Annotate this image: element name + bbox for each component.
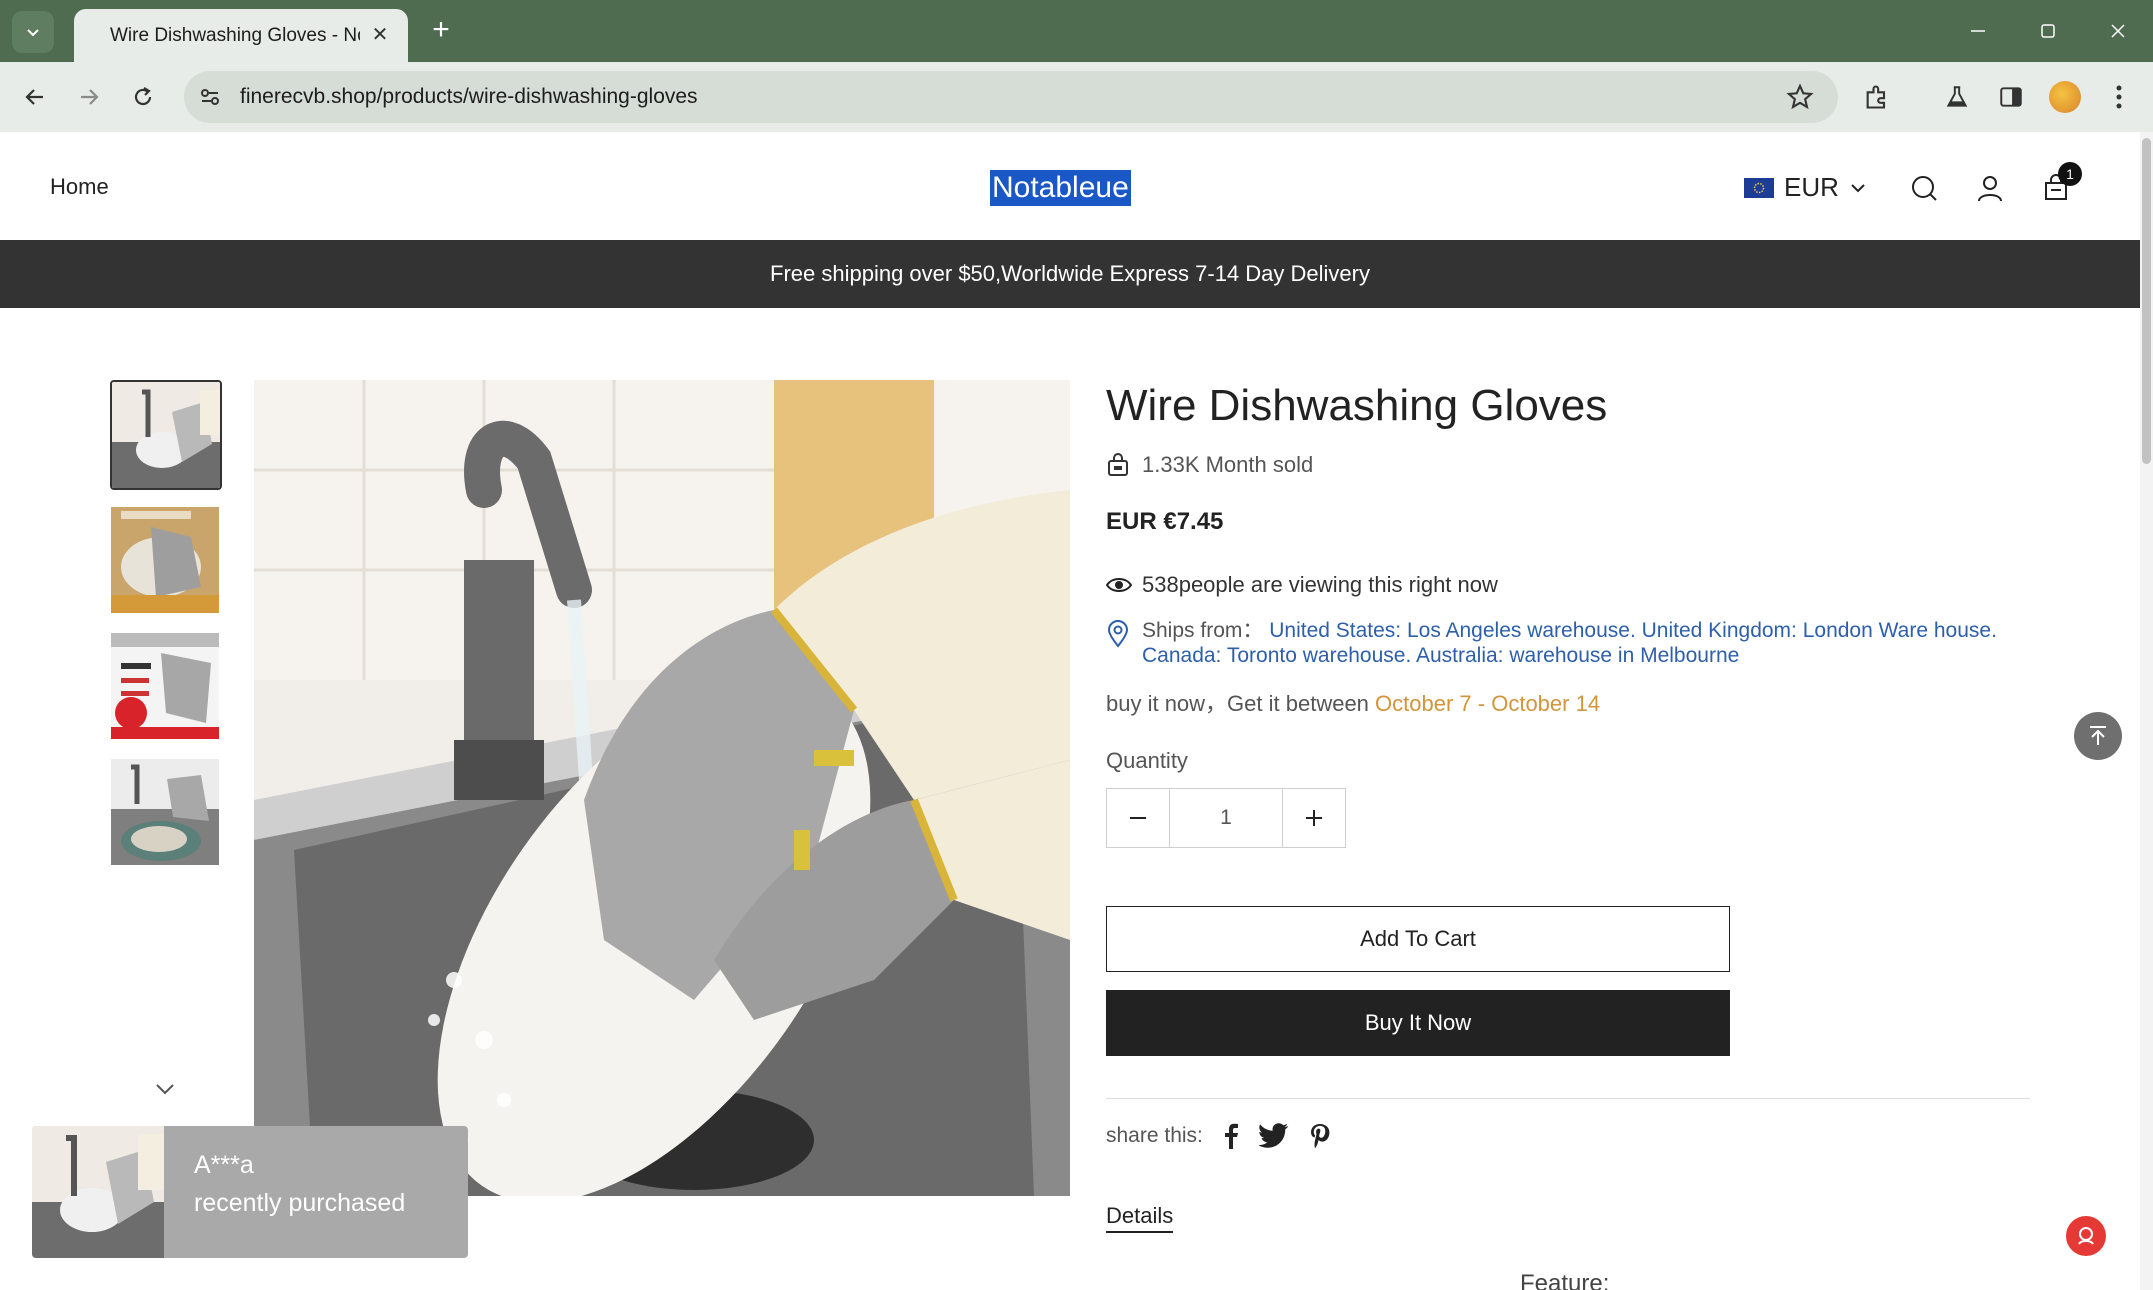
- search-icon[interactable]: [1904, 168, 1944, 208]
- chevron-down-icon: [1851, 183, 1865, 192]
- nav-home-link[interactable]: Home: [50, 174, 109, 200]
- back-arrow-icon: [25, 89, 43, 105]
- close-window-button[interactable]: [2083, 0, 2153, 62]
- browser-toolbar: finerecvb.shop/products/wire-dishwashing…: [0, 62, 2153, 132]
- product-thumbnail[interactable]: [110, 632, 222, 742]
- toast-product-image: [32, 1126, 164, 1258]
- web-page: Home Notableue EUR 1 Free shipping over …: [0, 132, 2140, 1290]
- new-tab-button[interactable]: +: [424, 14, 458, 48]
- close-icon: [2111, 24, 2125, 38]
- recent-purchase-popup[interactable]: A***a recently purchased: [32, 1126, 468, 1258]
- chevron-down-icon: [156, 1084, 174, 1095]
- delivery-date-end: October 14: [1491, 691, 1601, 716]
- thumbnail-scroll-down[interactable]: [154, 1082, 176, 1101]
- delivery-estimate: buy it now，Get it between October 7 - Oc…: [1106, 686, 2036, 718]
- product-thumbnail[interactable]: [110, 380, 222, 490]
- browser-tab-active[interactable]: Wire Dishwashing Gloves - No ✕: [74, 9, 408, 62]
- account-icon[interactable]: [1970, 168, 2010, 208]
- bookmark-star-icon[interactable]: [1786, 83, 1814, 111]
- chevron-down-icon: [27, 29, 39, 37]
- side-panel-icon[interactable]: [1990, 76, 2032, 118]
- plus-icon: [1306, 810, 1322, 826]
- facebook-icon[interactable]: [1223, 1123, 1239, 1149]
- arrow-up-icon: [2090, 726, 2106, 745]
- tab-search-button[interactable]: [12, 11, 54, 53]
- main-product-image[interactable]: [254, 380, 1070, 1196]
- announcement-bar: Free shipping over $50,Worldwide Express…: [0, 240, 2140, 308]
- site-logo[interactable]: Notableue: [990, 170, 1131, 206]
- minus-icon: [1130, 817, 1146, 819]
- site-header: Home Notableue EUR 1: [0, 132, 2140, 240]
- tab-close-icon[interactable]: ✕: [368, 23, 392, 47]
- buy-now-button[interactable]: Buy It Now: [1106, 990, 1730, 1056]
- product-thumbnail[interactable]: [110, 758, 222, 868]
- add-to-cart-button[interactable]: Add To Cart: [1106, 906, 1730, 972]
- forward-button[interactable]: [68, 76, 110, 118]
- reload-button[interactable]: [122, 76, 164, 118]
- cart-icon[interactable]: 1: [2036, 162, 2082, 208]
- profile-avatar[interactable]: [2044, 76, 2086, 118]
- product-title: Wire Dishwashing Gloves: [1106, 381, 1608, 430]
- twitter-icon[interactable]: [1258, 1123, 1289, 1149]
- tab-title: Wire Dishwashing Gloves - No: [110, 24, 360, 46]
- thumbnail-gallery: [110, 380, 224, 884]
- feature-heading: Feature:: [1520, 1270, 1610, 1290]
- product-info: Wire Dishwashing Gloves 1.33K Month sold…: [1106, 380, 2036, 1233]
- chat-icon: [2078, 1227, 2094, 1245]
- ships-from-label: Ships from：: [1142, 619, 1264, 642]
- reload-icon: [134, 87, 152, 106]
- toast-message: A***a recently purchased: [164, 1126, 468, 1258]
- browser-menu-icon[interactable]: [2098, 76, 2140, 118]
- quantity-increase-button[interactable]: [1283, 789, 1345, 847]
- eye-icon: [1106, 578, 1132, 592]
- delivery-date-separator: -: [1471, 691, 1492, 716]
- scrollbar-thumb[interactable]: [2142, 138, 2151, 464]
- chat-support-button[interactable]: [2066, 1216, 2106, 1256]
- shopping-bag-icon: [1108, 453, 1128, 476]
- divider: [1106, 1098, 2030, 1099]
- back-button[interactable]: [14, 76, 56, 118]
- site-info-icon[interactable]: [184, 71, 236, 123]
- viewers-count: 538people are viewing this right now: [1106, 572, 2036, 598]
- location-pin-icon: [1107, 620, 1129, 648]
- pinterest-icon[interactable]: [1309, 1123, 1331, 1149]
- share-label: share this:: [1106, 1124, 1203, 1147]
- delivery-date-start: October 7: [1375, 691, 1472, 716]
- browser-tab-bar: Wire Dishwashing Gloves - No ✕ +: [0, 0, 2153, 62]
- minimize-button[interactable]: [1943, 0, 2013, 62]
- minimize-icon: [1971, 30, 1985, 32]
- eu-flag-icon: [1744, 177, 1774, 198]
- window-controls: [1943, 0, 2153, 62]
- quantity-label: Quantity: [1106, 748, 1188, 773]
- quantity-input[interactable]: 1: [1169, 789, 1283, 847]
- extensions-icon[interactable]: [1856, 76, 1898, 118]
- product-thumbnail[interactable]: [110, 506, 222, 616]
- toast-action: recently purchased: [194, 1189, 406, 1217]
- viewers-text: 538people are viewing this right now: [1142, 572, 1498, 597]
- currency-label: EUR: [1784, 172, 1839, 202]
- toast-buyer: A***a: [194, 1151, 254, 1179]
- product-price: EUR €7.45: [1106, 508, 1224, 535]
- sold-count: 1.33K Month sold: [1106, 452, 2036, 478]
- ships-from: Ships from： United States: Los Angeles w…: [1106, 618, 2036, 668]
- sold-text: 1.33K Month sold: [1142, 452, 1314, 477]
- quantity-stepper: 1: [1106, 788, 1346, 848]
- cart-count-badge: 1: [2058, 162, 2082, 186]
- forward-arrow-icon: [81, 89, 99, 105]
- share-row: share this:: [1106, 1123, 2036, 1149]
- url-text: finerecvb.shop/products/wire-dishwashing…: [240, 85, 698, 108]
- delivery-prefix: buy it now，Get it between: [1106, 691, 1369, 716]
- maximize-button[interactable]: [2013, 0, 2083, 62]
- labs-flask-icon[interactable]: [1936, 76, 1978, 118]
- maximize-icon: [2041, 24, 2055, 38]
- quantity-decrease-button[interactable]: [1107, 789, 1169, 847]
- address-bar[interactable]: finerecvb.shop/products/wire-dishwashing…: [184, 71, 1838, 123]
- ships-from-warehouses: United States: Los Angeles warehouse. Un…: [1142, 619, 1997, 667]
- currency-selector[interactable]: EUR: [1744, 172, 1867, 203]
- tab-details[interactable]: Details: [1106, 1203, 1174, 1233]
- back-to-top-button[interactable]: [2074, 712, 2122, 760]
